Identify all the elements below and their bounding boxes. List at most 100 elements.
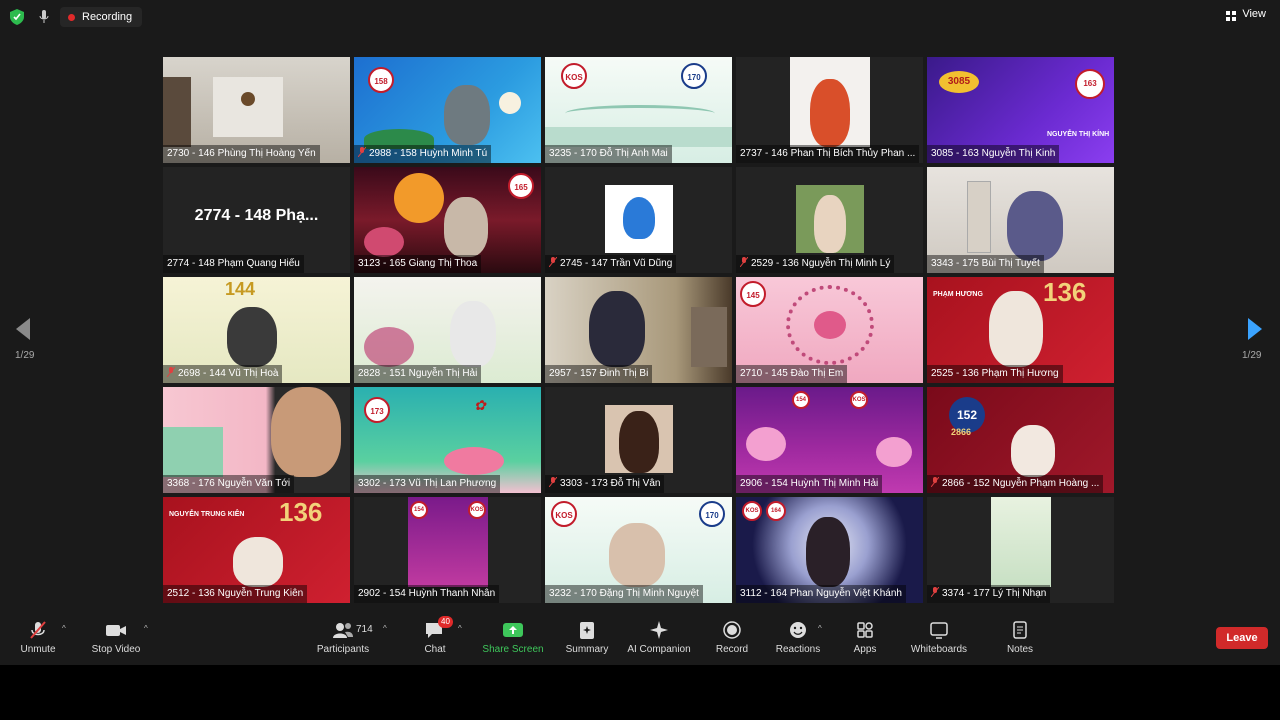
audio-options-caret-icon[interactable]: ^	[62, 624, 66, 633]
top-bar: Recording View	[0, 0, 1280, 34]
group-logo: 170	[681, 63, 707, 89]
notes-button[interactable]: Notes	[1004, 620, 1036, 655]
video-tile[interactable]: 2957 - 157 Đinh Thị Bi	[545, 277, 732, 383]
video-tile[interactable]: 154 KOS 2906 - 154 Huỳnh Thị Minh Hải	[736, 387, 923, 493]
apps-button[interactable]: Apps	[852, 620, 878, 655]
shield-icon[interactable]	[10, 9, 24, 25]
whiteboards-button[interactable]: Whiteboards	[908, 620, 970, 655]
video-tile[interactable]: 152 2866 2866 - 152 Nguyễn Phạm Hoàng ..…	[927, 387, 1114, 493]
video-tile[interactable]: 158 2988 - 158 Huỳnh Minh Tú	[354, 57, 541, 163]
participant-name-label: 2957 - 157 Đinh Thị Bi	[545, 365, 653, 383]
video-tile[interactable]: 2730 - 146 Phùng Thị Hoàng Yến	[163, 57, 350, 163]
video-tile[interactable]: 165 3123 - 165 Giang Thị Thoa	[354, 167, 541, 273]
apps-icon	[857, 622, 873, 638]
group-code: 2866	[951, 427, 972, 437]
video-tile[interactable]: 3368 - 176 Nguyễn Văn Tới	[163, 387, 350, 493]
video-tile[interactable]: 3085 163 NGUYỄN THỊ KÍNH 3085 - 163 Nguy…	[927, 57, 1114, 163]
record-icon	[723, 621, 741, 639]
leave-meeting-button[interactable]: Leave	[1216, 627, 1268, 649]
muted-mic-icon	[548, 476, 558, 488]
video-tile[interactable]: 3374 - 177 Lý Thị Nhạn	[927, 497, 1114, 603]
previous-page-arrow-icon[interactable]	[16, 318, 30, 340]
group-number: 144	[225, 279, 256, 299]
record-button[interactable]: Record	[714, 620, 750, 655]
video-tile[interactable]: 2828 - 151 Nguyễn Thị Hải	[354, 277, 541, 383]
group-logo: 163	[1075, 69, 1105, 99]
participant-silhouette	[989, 291, 1043, 367]
kos-logo: KOS	[742, 501, 762, 521]
next-page-arrow-icon[interactable]	[1248, 318, 1262, 340]
muted-mic-icon	[930, 476, 940, 488]
kos-logo: KOS	[561, 63, 587, 89]
participant-name-label: 2710 - 145 Đào Thị Em	[736, 365, 848, 383]
participant-silhouette	[814, 195, 846, 253]
ai-companion-button[interactable]: AI Companion	[626, 620, 692, 655]
participant-silhouette	[233, 537, 283, 587]
video-tile-active-speaker[interactable]: PHẠM HƯƠNG 136 2525 - 136 Phạm Thị Hương	[927, 277, 1114, 383]
participants-options-caret-icon[interactable]: ^	[383, 624, 387, 633]
microphone-icon[interactable]	[38, 9, 50, 25]
muted-mic-icon	[548, 256, 558, 268]
recording-dot-icon	[68, 14, 75, 21]
name-tag: NGUYỄN TRUNG KIÊN	[169, 511, 245, 518]
share-screen-button[interactable]: Share Screen	[482, 620, 544, 655]
video-tile[interactable]: KOS 170 3232 - 170 Đặng Thị Minh Nguyệt	[545, 497, 732, 603]
participant-silhouette	[227, 307, 277, 367]
video-tile[interactable]: 173 ✿ 3302 - 173 Vũ Thị Lan Phương	[354, 387, 541, 493]
chat-button[interactable]: 40 Chat	[420, 616, 453, 655]
group-logo: 165	[508, 173, 534, 199]
lotus-icon	[444, 447, 504, 475]
name-tag: PHẠM HƯƠNG	[933, 291, 983, 298]
door-decoration	[967, 181, 991, 253]
participant-name-label: 2745 - 147 Trần Vũ Dũng	[545, 255, 677, 273]
room-door	[163, 77, 191, 147]
view-button[interactable]: View	[1226, 8, 1266, 21]
chat-unread-badge: 40	[438, 616, 453, 628]
reactions-button[interactable]: Reactions	[774, 620, 822, 655]
video-tile[interactable]: 2529 - 136 Nguyễn Thị Minh Lý	[736, 167, 923, 273]
muted-mic-icon	[930, 586, 940, 598]
kos-logo: KOS	[850, 391, 868, 409]
video-tile[interactable]: KOS 164 3112 - 164 Phan Nguyễn Việt Khán…	[736, 497, 923, 603]
video-tile[interactable]: 2745 - 147 Trần Vũ Dũng	[545, 167, 732, 273]
video-tile[interactable]: 144 2698 - 144 Vũ Thị Hoà	[163, 277, 350, 383]
participant-silhouette	[619, 411, 659, 473]
lamp-icon	[241, 92, 255, 106]
summary-button[interactable]: Summary	[564, 620, 610, 655]
group-logo: 170	[699, 501, 725, 527]
stop-video-button[interactable]: Stop Video	[90, 620, 142, 655]
participant-silhouette	[810, 79, 850, 147]
chat-options-caret-icon[interactable]: ^	[458, 624, 462, 633]
participant-silhouette	[450, 301, 496, 367]
room-wall	[213, 77, 283, 137]
bridge-decoration	[565, 105, 715, 122]
video-tile[interactable]: 2774 - 148 Phạ... 2774 - 148 Phạm Quang …	[163, 167, 350, 273]
video-options-caret-icon[interactable]: ^	[144, 624, 148, 633]
video-tile[interactable]: 145 2710 - 145 Đào Thị Em	[736, 277, 923, 383]
share-screen-icon	[503, 623, 523, 637]
participant-name-label: 3232 - 170 Đặng Thị Minh Nguyệt	[545, 585, 703, 603]
participant-name-label: 2774 - 148 Phạm Quang Hiếu	[163, 255, 304, 273]
bookshelf-decoration	[691, 307, 727, 367]
video-tile[interactable]: 2737 - 146 Phan Thị Bích Thủy Phan ...	[736, 57, 923, 163]
lotus-icon	[814, 311, 846, 339]
group-number: 136	[1043, 277, 1087, 307]
video-tile[interactable]: NGUYỄN TRUNG KIÊN 136 2512 - 136 Nguyễn …	[163, 497, 350, 603]
video-tile[interactable]: 3343 - 175 Bùi Thị Tuyết	[927, 167, 1114, 273]
video-tile[interactable]: KOS 170 3235 - 170 Đỗ Thị Anh Mai	[545, 57, 732, 163]
participants-button[interactable]: 714 Participants	[314, 620, 373, 655]
video-tile[interactable]: 154 KOS 2902 - 154 Huỳnh Thanh Nhân	[354, 497, 541, 603]
group-logo: 158	[368, 67, 394, 93]
recording-indicator[interactable]: Recording	[60, 7, 143, 27]
group-logo: 154	[792, 391, 810, 409]
participant-name-placeholder: 2774 - 148 Phạ...	[194, 207, 319, 224]
participant-name-label: 3112 - 164 Phan Nguyễn Việt Khánh	[736, 585, 906, 603]
video-tile[interactable]: 3303 - 173 Đỗ Thị Vân	[545, 387, 732, 493]
participant-silhouette	[1011, 425, 1055, 477]
participant-name-label: 2866 - 152 Nguyễn Phạm Hoàng ...	[927, 475, 1104, 493]
reactions-options-caret-icon[interactable]: ^	[818, 624, 822, 633]
unmute-button[interactable]: Unmute	[18, 620, 58, 655]
moon-decoration	[394, 173, 444, 223]
kos-logo: KOS	[551, 501, 577, 527]
notes-icon	[1013, 621, 1027, 639]
